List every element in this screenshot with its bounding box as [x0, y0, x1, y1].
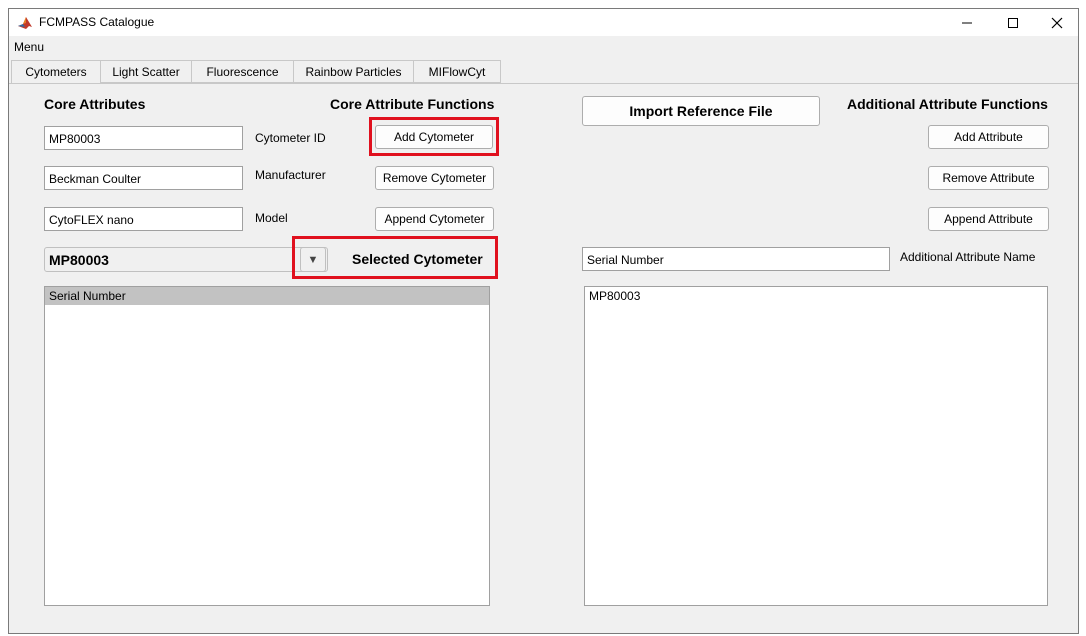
tab-rainbow-particles[interactable]: Rainbow Particles [293, 60, 414, 83]
attribute-value-text: MP80003 [589, 289, 641, 303]
attribute-listbox[interactable]: Serial Number [44, 286, 490, 606]
manufacturer-field[interactable]: Beckman Coulter [44, 166, 243, 190]
minimize-button[interactable] [944, 9, 990, 36]
tab-bar: Cytometers Light Scatter Fluorescence Ra… [9, 60, 1078, 84]
maximize-icon [1008, 17, 1018, 28]
highlight-add-cytometer [369, 117, 499, 156]
tab-fluorescence[interactable]: Fluorescence [191, 60, 294, 83]
append-attribute-button[interactable]: Append Attribute [928, 207, 1049, 231]
close-icon [1051, 17, 1063, 28]
additional-functions-heading: Additional Attribute Functions [847, 96, 1048, 112]
core-functions-heading: Core Attribute Functions [330, 96, 495, 112]
attribute-name-label: Additional Attribute Name [900, 250, 1036, 264]
attribute-name-field[interactable]: Serial Number [582, 247, 890, 271]
remove-cytometer-button[interactable]: Remove Cytometer [375, 166, 494, 190]
window-title: FCMPASS Catalogue [39, 15, 155, 29]
remove-attribute-button[interactable]: Remove Attribute [928, 166, 1049, 190]
model-label: Model [255, 211, 288, 225]
close-button[interactable] [1034, 9, 1080, 36]
cytometers-panel: Core Attributes Core Attribute Functions… [9, 83, 1078, 633]
menu-item-menu[interactable]: Menu [14, 40, 44, 54]
cytometer-id-field[interactable]: MP80003 [44, 126, 243, 150]
append-cytometer-button[interactable]: Append Cytometer [375, 207, 494, 231]
matlab-icon [17, 15, 33, 31]
tab-miflowcyt[interactable]: MIFlowCyt [413, 60, 501, 83]
minimize-icon [962, 22, 972, 23]
attribute-value-box[interactable]: MP80003 [584, 286, 1048, 606]
menu-bar: Menu [9, 36, 1078, 58]
import-reference-file-button[interactable]: Import Reference File [582, 96, 820, 126]
maximize-button[interactable] [990, 9, 1036, 36]
manufacturer-label: Manufacturer [255, 168, 326, 182]
cytometer-id-label: Cytometer ID [255, 131, 326, 145]
selected-cytometer-dropdown[interactable]: MP80003 [44, 247, 328, 272]
tab-cytometers[interactable]: Cytometers [11, 60, 101, 84]
model-field[interactable]: CytoFLEX nano [44, 207, 243, 231]
add-attribute-button[interactable]: Add Attribute [928, 125, 1049, 149]
title-bar: FCMPASS Catalogue [9, 9, 1078, 36]
app-window: FCMPASS Catalogue Menu Cytometers Light … [8, 8, 1079, 634]
highlight-selected-cytometer [292, 236, 498, 279]
tab-light-scatter[interactable]: Light Scatter [100, 60, 192, 83]
core-attributes-heading: Core Attributes [44, 96, 146, 112]
list-item[interactable]: Serial Number [45, 287, 489, 305]
